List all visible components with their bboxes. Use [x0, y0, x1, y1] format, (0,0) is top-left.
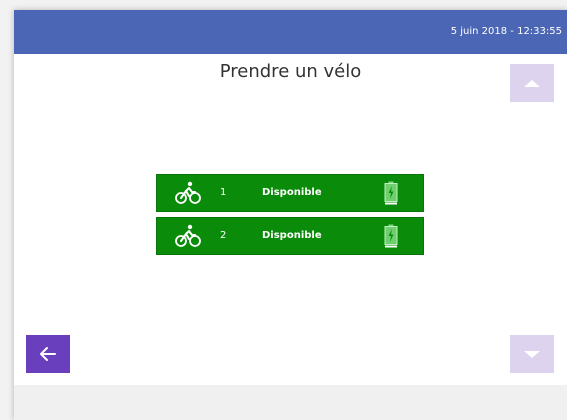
footer-bar [14, 385, 567, 420]
arrow-left-icon [40, 347, 56, 361]
bike-number: 1 [220, 187, 227, 198]
triangle-down-icon [524, 350, 540, 358]
bicycle-rider-icon [175, 224, 201, 247]
back-button[interactable] [26, 335, 70, 373]
scroll-down-button[interactable] [510, 335, 554, 373]
page-title: Prendre un vélo [219, 61, 362, 82]
app-window: 5 juin 2018 - 12:33:55 Prendre un vélo 1… [14, 10, 567, 420]
header-bar: 5 juin 2018 - 12:33:55 [14, 10, 567, 54]
triangle-up-icon [524, 79, 540, 87]
datetime-label: 5 juin 2018 - 12:33:55 [450, 26, 562, 37]
battery-charging-icon [384, 224, 398, 248]
bike-row[interactable]: 1 Disponible [156, 174, 424, 212]
bike-status: Disponible [262, 187, 322, 198]
bike-row[interactable]: 2 Disponible [156, 217, 424, 255]
scroll-up-button[interactable] [510, 64, 554, 102]
bike-number: 2 [220, 230, 227, 241]
bike-status: Disponible [262, 230, 322, 241]
bike-list: 1 Disponible 2 Disponible [156, 174, 424, 260]
battery-charging-icon [384, 181, 398, 205]
bicycle-rider-icon [175, 181, 201, 204]
